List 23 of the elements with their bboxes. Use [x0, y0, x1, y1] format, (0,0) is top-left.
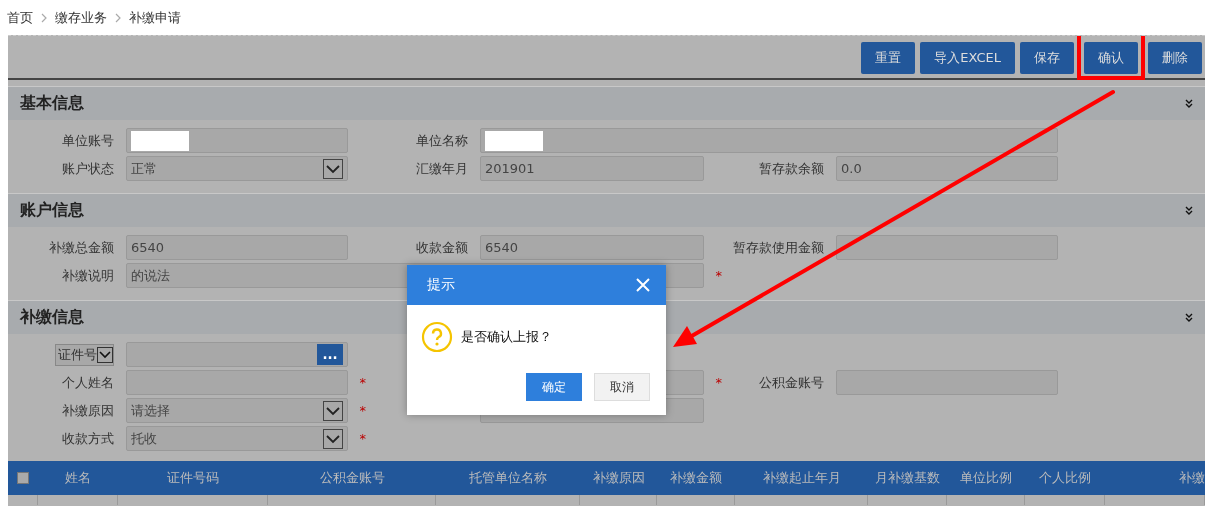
dialog-message: 是否确认上报？	[461, 328, 552, 346]
field-label: 单位名称	[416, 131, 468, 150]
field-label: 个人姓名	[62, 373, 114, 392]
field-label: 补缴说明	[62, 266, 114, 285]
field-label: 暂存款余额	[759, 159, 824, 178]
required-mark: *	[715, 375, 722, 390]
field-label: 补缴总金额	[49, 238, 114, 257]
required-mark: *	[715, 268, 722, 283]
field-label: 暂存款使用金额	[733, 238, 824, 257]
field-label: 收款方式	[62, 429, 114, 448]
field-label: 单位账号	[62, 131, 114, 150]
required-mark: *	[359, 403, 366, 418]
field-label: 公积金账号	[759, 373, 824, 392]
dialog-title: 提示	[427, 276, 455, 294]
field-label: 补缴原因	[62, 401, 114, 420]
field-label: 汇缴年月	[416, 159, 468, 178]
required-mark: *	[359, 375, 366, 390]
field-label: 收款金额	[416, 238, 468, 257]
section-title: 基本信息	[20, 93, 84, 114]
field-label: 账户状态	[62, 159, 114, 178]
section-title: 补缴信息	[20, 307, 84, 328]
section-title: 账户信息	[20, 200, 84, 221]
required-mark: *	[359, 431, 366, 446]
